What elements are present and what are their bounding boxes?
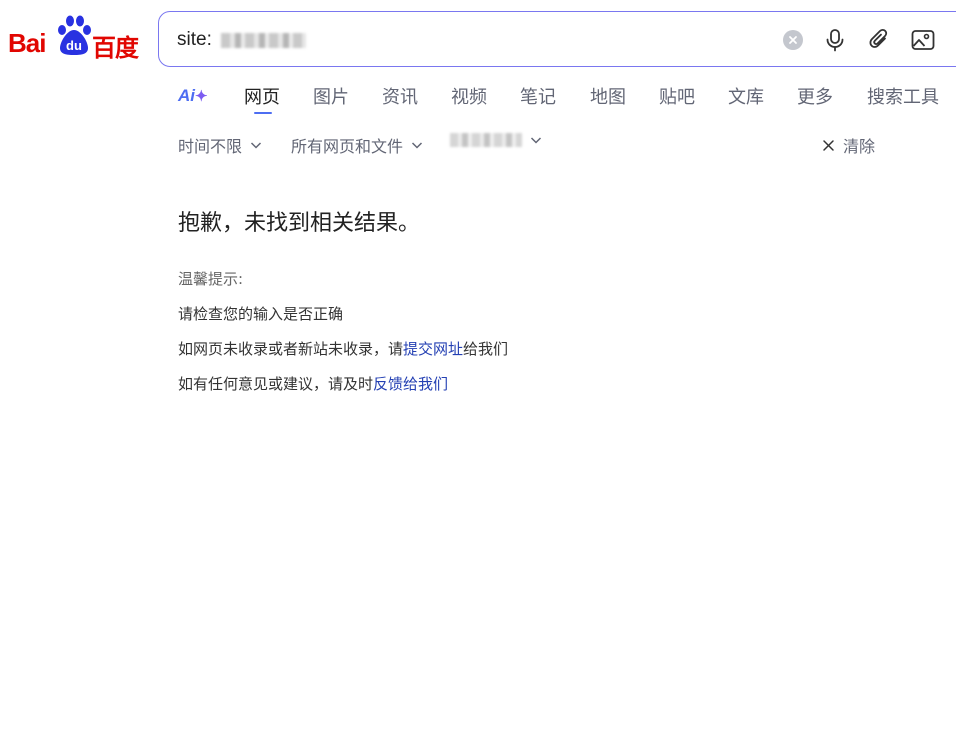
tab-map[interactable]: 地图	[590, 83, 626, 109]
close-icon	[823, 139, 834, 151]
tip-title: 温馨提示:	[178, 270, 244, 288]
time-filter-dropdown[interactable]: 时间不限	[178, 133, 262, 157]
chevron-down-icon	[530, 137, 542, 144]
tab-notes[interactable]: 笔记	[520, 83, 556, 109]
active-tab-indicator	[254, 112, 272, 114]
tab-images[interactable]: 图片	[313, 83, 349, 109]
tab-news[interactable]: 资讯	[382, 83, 418, 109]
tab-tieba[interactable]: 贴吧	[659, 83, 695, 109]
tip-line-3-prefix: 如有任何意见或建议，请及时	[178, 375, 374, 393]
chevron-down-icon	[411, 142, 423, 149]
tip-line-2-suffix: 给我们	[463, 340, 509, 358]
scope-filter-dropdown[interactable]: 所有网页和文件	[291, 133, 423, 157]
tip-line-2: 如网页未收录或者新站未收录，请提交网址给我们	[178, 338, 508, 359]
search-box	[158, 11, 956, 67]
sparkle-icon: ✦	[195, 88, 208, 105]
tab-search-tools[interactable]: 搜索工具	[867, 83, 939, 109]
tab-webpage[interactable]: 网页	[244, 83, 280, 109]
scope-filter-label: 所有网页和文件	[291, 137, 404, 156]
ai-tab[interactable]: Ai✦	[178, 86, 208, 106]
attachment-button[interactable]	[865, 26, 893, 54]
redacted-query	[221, 33, 306, 48]
redacted-site-filter	[450, 133, 522, 147]
voice-search-button[interactable]	[821, 26, 849, 54]
clear-filters-button[interactable]: 清除	[822, 133, 875, 157]
clear-filters-label: 清除	[843, 137, 876, 156]
submit-url-link[interactable]: 提交网址	[403, 340, 463, 358]
baidu-logo[interactable]: Bai du 百度	[8, 14, 139, 62]
chevron-down-icon	[250, 142, 262, 149]
image-search-icon	[911, 30, 935, 50]
tip-line-2-prefix: 如网页未收录或者新站未收录，请	[178, 340, 404, 358]
attachment-icon	[869, 28, 888, 48]
time-filter-label: 时间不限	[178, 137, 243, 156]
image-search-button[interactable]	[909, 26, 937, 54]
site-filter-dropdown[interactable]	[450, 133, 542, 147]
ai-tab-label: Ai	[178, 86, 195, 105]
logo-text-bai: Bai	[8, 28, 46, 58]
no-result-message: 抱歉，未找到相关结果。	[178, 211, 421, 236]
tip-line-1: 请检查您的输入是否正确	[178, 305, 344, 323]
feedback-link[interactable]: 反馈给我们	[373, 375, 448, 393]
clear-icon	[783, 30, 803, 50]
logo-text-cn: 百度	[92, 34, 139, 62]
tip-line-3: 如有任何意见或建议，请及时反馈给我们	[178, 373, 448, 394]
tab-wenku[interactable]: 文库	[728, 83, 764, 109]
clear-button[interactable]	[779, 26, 807, 54]
paw-icon: du	[58, 15, 91, 55]
tab-video[interactable]: 视频	[451, 83, 487, 109]
tab-more[interactable]: 更多	[797, 83, 833, 109]
microphone-icon	[826, 29, 844, 52]
logo-text-du: du	[66, 38, 82, 53]
